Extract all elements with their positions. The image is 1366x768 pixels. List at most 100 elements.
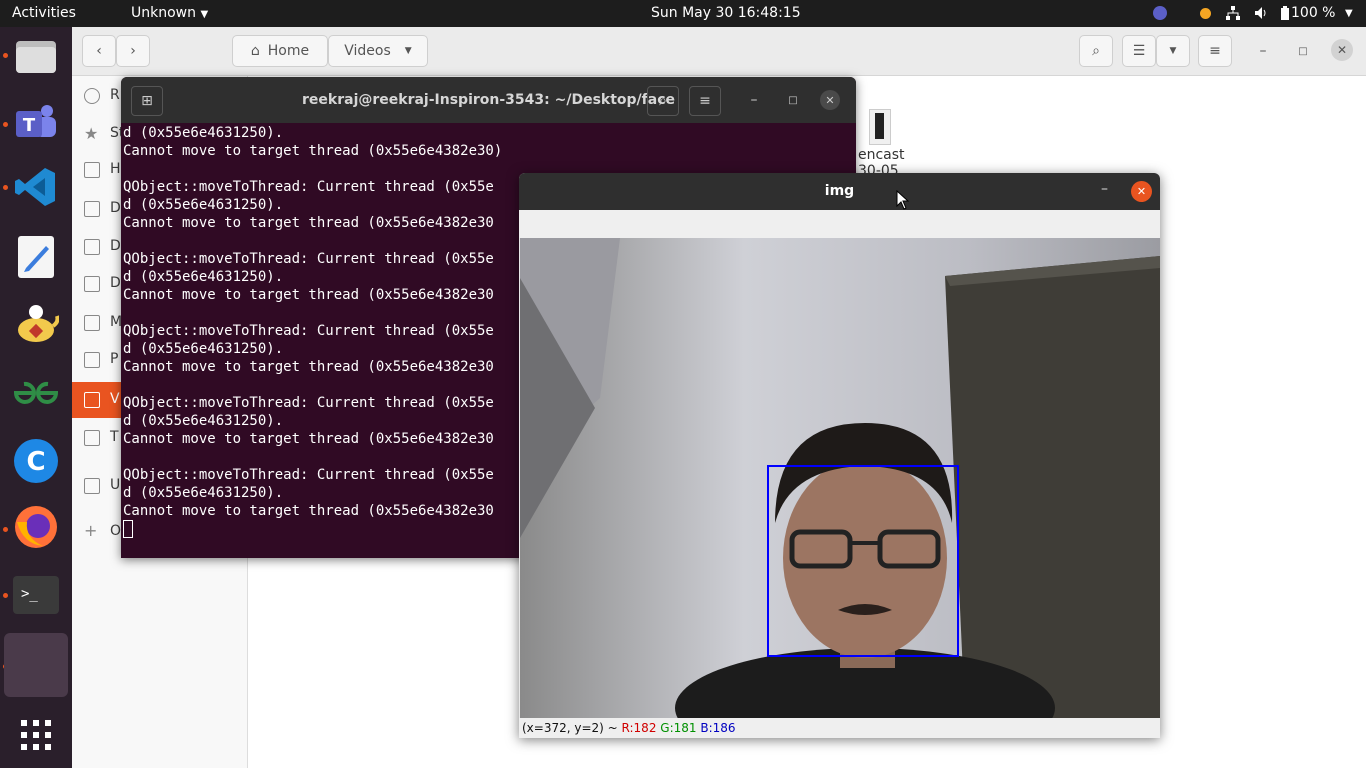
- aisleriot-app-icon[interactable]: [10, 297, 62, 349]
- network-icon[interactable]: [1226, 6, 1240, 20]
- forward-button[interactable]: ›: [116, 35, 150, 67]
- webcam-frame[interactable]: [520, 238, 1160, 718]
- clock[interactable]: Sun May 30 16:48:15: [651, 0, 801, 27]
- terminal-menu-button[interactable]: ≡: [689, 86, 721, 116]
- recent-icon: [84, 88, 100, 104]
- sidebar-item-label: H: [110, 161, 121, 177]
- mouse-pointer-icon: [896, 189, 910, 214]
- running-indicator: [3, 122, 8, 127]
- search-icon: ⌕: [1092, 43, 1100, 59]
- vscode-app-icon[interactable]: [10, 161, 62, 213]
- activities-button[interactable]: Activities: [12, 0, 76, 27]
- chevron-down-icon: ▼: [404, 46, 412, 56]
- plus-icon: +: [84, 521, 98, 540]
- img-window: img – ✕ (x=372, y=2) ~ R:182 G:181 B:186: [519, 173, 1160, 738]
- dock: T C >_: [0, 27, 72, 768]
- terminal-app-icon[interactable]: >_: [10, 569, 62, 621]
- download-icon: [84, 276, 100, 292]
- battery-percent: 100 %: [1291, 5, 1336, 21]
- show-apps-icon[interactable]: [10, 709, 62, 761]
- music-icon: [84, 315, 100, 331]
- teams-tray-icon[interactable]: [1153, 6, 1167, 20]
- running-indicator: [3, 53, 8, 58]
- c-app-icon[interactable]: C: [10, 435, 62, 487]
- path-videos-label: Videos: [344, 43, 391, 59]
- video-file-thumbnail[interactable]: [869, 109, 891, 145]
- sidebar-item-label: T: [110, 429, 119, 445]
- img-titlebar: img – ✕: [519, 173, 1160, 210]
- app-menu[interactable]: Unknown ▼: [131, 0, 208, 27]
- search-icon: ⌕: [659, 93, 667, 109]
- minimize-button[interactable]: –: [1250, 35, 1276, 67]
- search-button[interactable]: ⌕: [1079, 35, 1113, 67]
- path-videos-button[interactable]: Videos ▼: [328, 35, 428, 67]
- home-icon: ⌂: [250, 43, 260, 59]
- chevron-down-icon: ▼: [1169, 46, 1177, 56]
- close-button[interactable]: ✕: [1131, 181, 1152, 202]
- picture-icon: [84, 352, 100, 368]
- volume-icon[interactable]: [1254, 6, 1268, 20]
- pixel-b-value: B:186: [700, 721, 736, 735]
- terminal-line: Cannot move to target thread (0x55e6e438…: [123, 143, 503, 159]
- pixel-r-value: R:182: [621, 721, 657, 735]
- maximize-button[interactable]: □: [778, 86, 808, 114]
- svg-text:>_: >_: [21, 586, 38, 602]
- view-options-button[interactable]: ▼: [1156, 35, 1190, 67]
- sidebar-item-label: P: [110, 351, 119, 367]
- opencv-window-app-icon[interactable]: [4, 633, 68, 697]
- running-indicator: [3, 527, 8, 532]
- running-indicator: [3, 185, 8, 190]
- list-icon: ☰: [1132, 43, 1146, 59]
- img-window-title: img: [824, 183, 855, 199]
- sidebar-item-label: O: [110, 523, 122, 539]
- firefox-app-icon[interactable]: [10, 501, 62, 553]
- close-button[interactable]: ✕: [820, 90, 840, 110]
- top-bar: Activities Unknown ▼ Sun May 30 16:48:15…: [0, 0, 1366, 27]
- files-headerbar: ‹ › ⌂ Home Videos ▼ ⌕ ☰ ▼ ≡ – □ ✕: [72, 27, 1366, 76]
- img-status-bar: (x=372, y=2) ~ R:182 G:181 B:186: [519, 718, 1160, 738]
- pixel-coords: (x=372, y=2) ~: [522, 721, 622, 735]
- trash-icon: [84, 430, 100, 446]
- face: [783, 458, 947, 658]
- minimize-button[interactable]: –: [739, 86, 769, 114]
- running-indicator: [3, 593, 8, 598]
- cursor-block: [123, 520, 133, 538]
- geeksforgeeks-app-icon[interactable]: [10, 367, 62, 419]
- sidebar-item-label: D: [110, 238, 121, 254]
- files-app-icon[interactable]: [10, 29, 62, 81]
- minimize-button[interactable]: –: [1101, 181, 1108, 197]
- document-icon: [84, 239, 100, 255]
- path-home-button[interactable]: ⌂ Home: [232, 35, 328, 67]
- close-button[interactable]: ✕: [1331, 39, 1353, 61]
- sidebar-item-label: D: [110, 200, 121, 216]
- path-home-label: Home: [267, 43, 310, 59]
- home-icon: [84, 162, 100, 178]
- back-button[interactable]: ‹: [82, 35, 116, 67]
- sidebar-item-label: R: [110, 87, 120, 103]
- pixel-g-value: G:181: [660, 721, 697, 735]
- hamburger-icon: ≡: [1209, 43, 1221, 59]
- file-name-line: encast: [858, 147, 905, 163]
- file-thumbnail-image: [875, 113, 884, 139]
- battery-icon[interactable]: [1281, 6, 1289, 20]
- maximize-button[interactable]: □: [1290, 35, 1316, 67]
- terminal-search-button[interactable]: ⌕: [647, 86, 679, 116]
- notification-dot-icon[interactable]: [1200, 8, 1211, 19]
- view-list-button[interactable]: ☰: [1122, 35, 1156, 67]
- sidebar-item-label: D: [110, 275, 121, 291]
- img-toolbar: [519, 210, 1160, 238]
- dark-cabinet: [945, 256, 1160, 718]
- terminal-line: d (0x55e6e4631250).: [123, 125, 284, 141]
- svg-text:C: C: [26, 447, 45, 477]
- terminal-headerbar: ⊞ reekraj@reekraj-Inspiron-3543: ~/Deskt…: [121, 77, 856, 123]
- usb-drive-icon: [84, 478, 100, 494]
- text-editor-app-icon[interactable]: [10, 231, 62, 283]
- system-menu-chevron-icon[interactable]: ▼: [1345, 0, 1353, 27]
- menu-button[interactable]: ≡: [1198, 35, 1232, 67]
- star-icon: ★: [84, 124, 99, 143]
- teams-app-icon[interactable]: T: [10, 97, 62, 149]
- hamburger-icon: ≡: [699, 93, 711, 109]
- sidebar-item-label: U: [110, 477, 121, 493]
- desktop-icon: [84, 201, 100, 217]
- svg-text:T: T: [23, 115, 36, 136]
